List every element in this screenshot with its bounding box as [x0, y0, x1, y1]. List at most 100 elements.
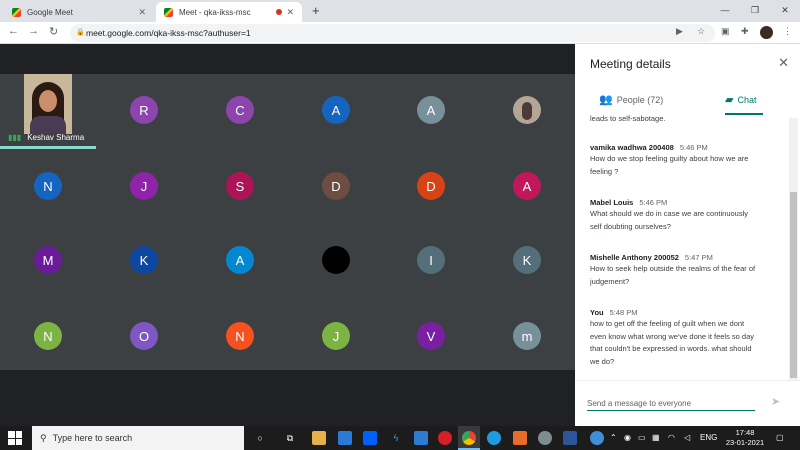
tab-meet-call[interactable]: Meet - qka-ikss-msc ✕ — [156, 2, 302, 22]
participant-avatar: D — [417, 172, 445, 200]
task-view-icon[interactable]: ⧉ — [283, 431, 297, 445]
meeting-details-panel: Meeting details ✕ 👥 People (72) ▰ Chat l… — [575, 44, 800, 426]
address-bar[interactable]: 🔒 meet.google.com/qka-ikss-msc?authuser=… — [70, 24, 715, 42]
send-icon[interactable]: ➤ — [771, 395, 780, 408]
message-time: 5:47 PM — [684, 253, 713, 262]
participant-tile[interactable] — [479, 73, 575, 147]
participant-tile[interactable]: N — [0, 149, 96, 223]
bookmark-star-icon[interactable]: ☆ — [697, 26, 705, 37]
close-tab-icon[interactable]: ✕ — [286, 7, 294, 18]
chat-message: Mishelle Anthony 200052 5:47 PM How to see… — [590, 252, 786, 288]
minimize-icon[interactable]: — — [710, 0, 740, 22]
participant-tile[interactable]: R — [96, 73, 192, 147]
message-text: judgement? — [590, 276, 630, 286]
participant-photo-avatar — [513, 96, 541, 124]
people-tab-label: People (72) — [616, 94, 664, 105]
clock[interactable]: 17:48 23-01-2021 — [720, 428, 770, 448]
app-icon[interactable] — [513, 431, 527, 445]
app-icon[interactable] — [538, 431, 552, 445]
network-icon[interactable]: ▦ — [652, 426, 660, 450]
participant-tile[interactable]: A — [479, 149, 575, 223]
participant-avatar: N — [34, 172, 62, 200]
chat-message-input[interactable] — [587, 397, 755, 411]
tab-google-meet[interactable]: Google Meet ✕ — [4, 2, 154, 22]
mail-icon[interactable] — [414, 431, 428, 445]
wifi-icon[interactable]: ◠ — [668, 426, 675, 450]
chat-messages: leads to self-sabotage. vamika wadhwa 20… — [590, 112, 786, 380]
dropbox-icon[interactable] — [363, 431, 377, 445]
edge-icon[interactable] — [487, 431, 501, 445]
participant-tile[interactable]: J — [288, 299, 384, 373]
volume-icon[interactable]: ◁ — [684, 426, 690, 450]
extension-icon[interactable]: ▣ — [721, 26, 730, 37]
message-time: 5:46 PM — [639, 198, 668, 207]
participant-tile[interactable]: K — [96, 223, 192, 297]
message-fragment: leads to self-sabotage. — [590, 114, 666, 123]
participant-tile[interactable]: m — [479, 299, 575, 373]
participant-tile[interactable]: J — [96, 149, 192, 223]
cortana-icon[interactable]: ○ — [253, 431, 267, 445]
participant-tile[interactable]: O — [96, 299, 192, 373]
participant-tile[interactable]: N — [0, 299, 96, 373]
participant-tile[interactable]: N — [192, 299, 288, 373]
participant-tile[interactable]: D — [288, 149, 384, 223]
participant-grid: ▮▮▮ Keshav Sharma R C A A N J S D D A M K A I K N O N J Vm — [0, 74, 575, 370]
language-indicator[interactable]: ENG — [700, 426, 717, 450]
opera-icon[interactable] — [438, 431, 452, 445]
taskbar-search-label: Type here to search — [52, 433, 133, 443]
profile-avatar[interactable] — [760, 26, 773, 39]
store-icon[interactable] — [338, 431, 352, 445]
participant-avatar: m — [513, 322, 541, 350]
message-sender: Mishelle Anthony 200052 — [590, 253, 679, 262]
participant-tile[interactable]: S — [192, 149, 288, 223]
restore-icon[interactable]: ❐ — [740, 0, 770, 22]
participant-tile[interactable]: M — [0, 223, 96, 297]
participant-tile[interactable]: D — [383, 149, 479, 223]
participant-tile[interactable]: A — [383, 73, 479, 147]
participant-tile[interactable]: K — [479, 223, 575, 297]
participant-tile[interactable]: I — [383, 223, 479, 297]
back-icon[interactable]: ← — [8, 25, 19, 37]
camera-icon[interactable]: ▶ — [676, 26, 683, 37]
participant-tile[interactable]: A — [192, 223, 288, 297]
meet-favicon-icon — [164, 7, 173, 17]
tab-people[interactable]: 👥 People (72) — [599, 93, 663, 106]
taskbar-search[interactable]: ⚲ Type here to search — [32, 426, 244, 450]
windows-start-icon[interactable] — [8, 431, 22, 445]
menu-kebab-icon[interactable]: ⋮ — [783, 26, 792, 37]
close-panel-icon[interactable]: ✕ — [778, 55, 789, 71]
tray-expand-icon[interactable]: ⌃ — [610, 426, 617, 450]
battery-icon[interactable]: ▭ — [638, 426, 646, 450]
help-icon[interactable] — [590, 431, 604, 445]
message-header: Mishelle Anthony 200052 5:47 PM — [590, 252, 786, 263]
extensions-puzzle-icon[interactable]: ✚ — [741, 26, 749, 37]
notifications-icon[interactable]: ▢ — [776, 426, 784, 450]
participant-avatar — [322, 246, 350, 274]
chrome-icon[interactable] — [462, 431, 476, 445]
scrollbar-thumb[interactable] — [790, 192, 797, 378]
message-text: How to seek help outside the realms of t… — [590, 264, 756, 273]
participant-tile[interactable] — [288, 223, 384, 297]
participant-tile[interactable]: C — [192, 73, 288, 147]
tab-chat[interactable]: ▰ Chat — [725, 93, 756, 106]
participant-tile[interactable]: A — [288, 73, 384, 147]
forward-icon[interactable]: → — [28, 25, 39, 37]
panel-title: Meeting details — [590, 57, 671, 71]
participant-avatar: I — [417, 246, 445, 274]
app-arrow-icon[interactable]: ϟ — [389, 431, 403, 445]
new-tab-button[interactable]: + — [312, 3, 320, 18]
word-icon[interactable] — [563, 431, 577, 445]
close-tab-icon[interactable]: ✕ — [138, 7, 146, 18]
file-explorer-icon[interactable] — [312, 431, 326, 445]
chat-tab-label: Chat — [737, 94, 757, 105]
reload-icon[interactable]: ↻ — [49, 25, 58, 38]
browser-tab-strip: Google Meet ✕ Meet - qka-ikss-msc ✕ + — … — [0, 0, 800, 22]
self-name-label: ▮▮▮ Keshav Sharma — [0, 128, 84, 146]
participant-avatar: S — [226, 172, 254, 200]
send-message-row: ➤ — [575, 380, 800, 426]
record-icon[interactable]: ◉ — [624, 426, 631, 450]
close-window-icon[interactable]: ✕ — [770, 0, 800, 22]
participant-tile[interactable]: V — [383, 299, 479, 373]
participant-avatar: A — [417, 96, 445, 124]
message-time: 5:48 PM — [609, 308, 638, 317]
